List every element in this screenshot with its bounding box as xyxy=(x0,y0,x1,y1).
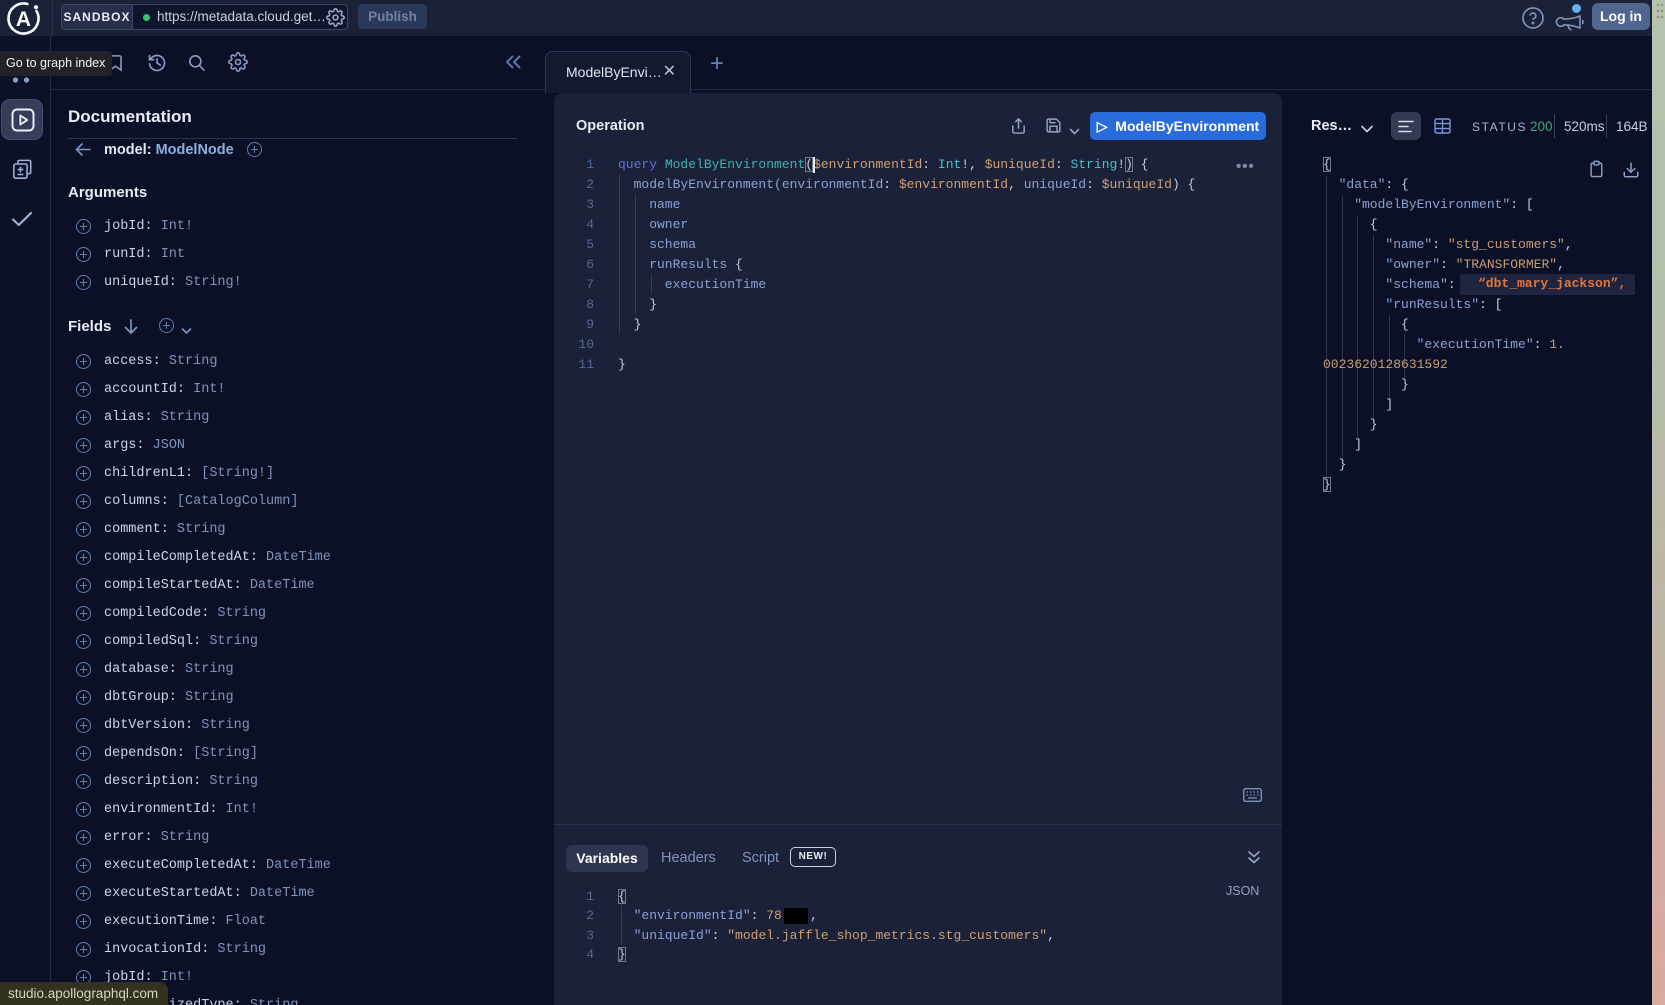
svg-text:A: A xyxy=(16,8,31,31)
